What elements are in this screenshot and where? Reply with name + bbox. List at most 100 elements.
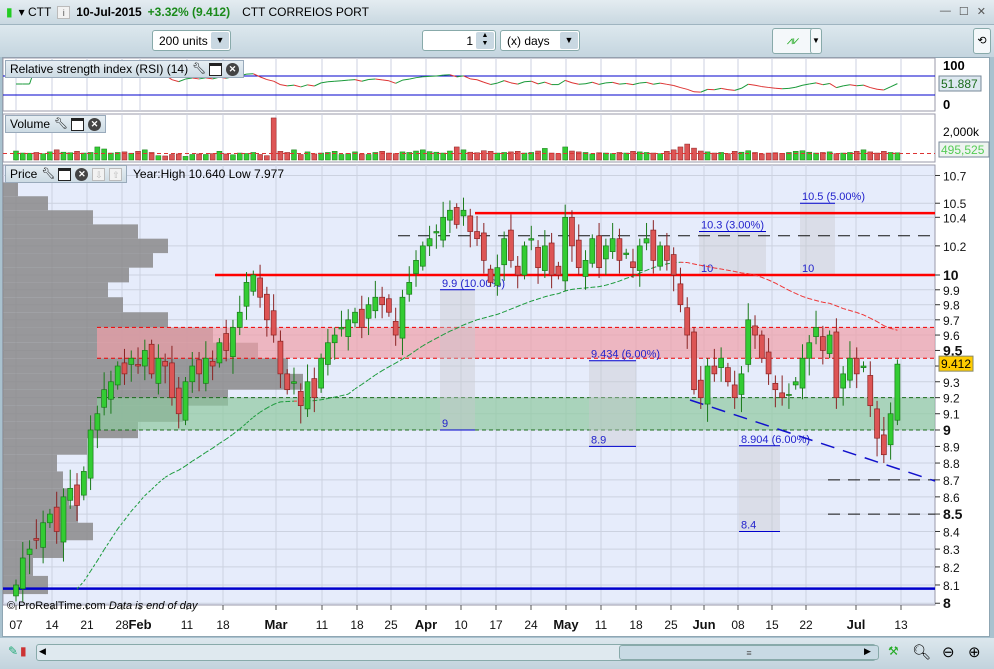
chart-style-button[interactable]: ⩘⩗ bbox=[772, 28, 814, 54]
close-icon[interactable]: ✕ bbox=[977, 5, 986, 18]
candle-body bbox=[569, 216, 575, 247]
wrench-icon[interactable]: 🔧︎ bbox=[54, 118, 68, 131]
candle-body bbox=[413, 260, 419, 274]
move-down-icon[interactable]: ⇩ bbox=[92, 167, 106, 181]
wrench-icon[interactable]: 🔧︎ bbox=[41, 168, 55, 181]
scroll-left-icon[interactable]: ◀ bbox=[39, 646, 46, 657]
interval-unit-select[interactable]: (x) days ▼ bbox=[500, 30, 580, 51]
info-icon[interactable]: i bbox=[57, 5, 71, 19]
candle-body bbox=[67, 487, 74, 501]
close-panel-icon[interactable]: ✕ bbox=[88, 117, 102, 131]
window-icon[interactable] bbox=[58, 167, 72, 181]
price-tick-label: 8.4 bbox=[943, 525, 960, 539]
price-tick-label: 9.8 bbox=[943, 299, 960, 313]
candle-body bbox=[853, 357, 860, 375]
scroll-right-icon[interactable]: ▶ bbox=[864, 646, 871, 657]
minimize-icon[interactable]: — bbox=[940, 5, 951, 18]
volume-bar bbox=[460, 149, 467, 161]
interval-stepper[interactable]: 1 ▲ ▼ bbox=[422, 30, 496, 51]
indicators-icon[interactable]: ⚒ bbox=[888, 644, 899, 658]
candlestick-icon[interactable]: ▮ bbox=[6, 5, 13, 19]
price-tick-label: 10.7 bbox=[943, 169, 967, 183]
candle-body bbox=[616, 238, 623, 261]
candle-body bbox=[26, 548, 33, 555]
scroll-thumb[interactable]: ≡ bbox=[619, 645, 879, 660]
target-label-bottom: 8.4 bbox=[741, 519, 756, 531]
candle-body bbox=[460, 209, 467, 217]
candle-body bbox=[392, 320, 399, 336]
candle-body bbox=[867, 375, 874, 407]
auto-zoom-icon[interactable]: 🔍︎ bbox=[912, 643, 931, 661]
candle-body bbox=[752, 325, 758, 336]
zoom-in-icon[interactable]: ⊕ bbox=[968, 643, 981, 661]
window-icon[interactable] bbox=[209, 62, 223, 76]
x-tick-label: Feb bbox=[128, 617, 151, 632]
volume-profile-bar bbox=[3, 522, 93, 541]
close-panel-icon[interactable]: ✕ bbox=[226, 62, 240, 76]
candle-body bbox=[175, 387, 182, 415]
candle-body bbox=[80, 471, 87, 496]
candle-body bbox=[480, 232, 487, 261]
candle-body bbox=[162, 360, 169, 367]
volume-bar bbox=[81, 152, 87, 161]
candle-body bbox=[670, 254, 677, 276]
zoom-out-icon[interactable]: ⊖ bbox=[942, 643, 955, 661]
chart-canvas[interactable]: 07 14 21 28 Feb 11 18 Mar 11 18 25 Apr 10 17 24 May 11 18… bbox=[0, 57, 994, 637]
rsi-line-segment bbox=[578, 83, 586, 85]
volume-profile-bar bbox=[3, 373, 303, 390]
units-select[interactable]: 200 units ▼ bbox=[152, 30, 231, 51]
candle-body bbox=[74, 484, 80, 506]
close-panel-icon[interactable]: ✕ bbox=[75, 167, 89, 181]
rsi-value: 51.887 bbox=[941, 77, 978, 91]
toolbar: 200 units ▼ 1 ▲ ▼ (x) days ▼ ⩘⩗ ▼ ⟲ bbox=[0, 25, 994, 57]
candle-body bbox=[758, 334, 765, 359]
candle-body bbox=[589, 238, 596, 264]
candle-body bbox=[684, 307, 691, 336]
candle-type-icon[interactable]: ▮ bbox=[20, 644, 27, 658]
price-tick-label: 8.7 bbox=[943, 474, 960, 488]
price-tick-label: 8.8 bbox=[943, 457, 960, 471]
chevron-down-icon: ▼ bbox=[560, 32, 578, 49]
candle-body bbox=[108, 381, 114, 400]
candle-body bbox=[386, 298, 392, 313]
window-icon[interactable] bbox=[71, 117, 85, 131]
candle-body bbox=[541, 245, 548, 271]
volume-bar bbox=[535, 150, 541, 161]
volume-bar bbox=[447, 150, 453, 161]
rsi-line-segment bbox=[639, 81, 647, 84]
volume-bar bbox=[731, 151, 738, 161]
draw-tool-icon[interactable]: ✎ bbox=[8, 644, 18, 658]
maximize-icon[interactable]: ☐ bbox=[959, 5, 969, 18]
stepper-arrows-icon[interactable]: ▲ ▼ bbox=[476, 32, 494, 49]
wrench-icon[interactable]: 🔧︎ bbox=[192, 63, 206, 76]
candle-body bbox=[535, 246, 541, 269]
candle-body bbox=[501, 238, 508, 266]
sync-icon[interactable]: ⟲ bbox=[973, 28, 991, 54]
candle-body bbox=[148, 343, 155, 375]
x-tick-label: 14 bbox=[45, 618, 59, 632]
x-tick-label: 18 bbox=[350, 618, 364, 632]
volume-bar bbox=[759, 153, 765, 161]
ticker-dropdown[interactable]: ▾ CTT bbox=[19, 5, 52, 19]
volume-bar bbox=[128, 152, 135, 161]
candle-body bbox=[338, 327, 345, 330]
volume-profile-bar bbox=[3, 540, 63, 558]
candle-body bbox=[94, 413, 101, 431]
candle-body bbox=[87, 429, 94, 479]
move-up-icon[interactable]: ⇧ bbox=[109, 167, 123, 181]
candle-body bbox=[562, 216, 569, 282]
chart-style-dropdown[interactable]: ▼ bbox=[810, 28, 822, 54]
volume-bar bbox=[392, 153, 399, 161]
volume-bar bbox=[74, 151, 80, 161]
volume-bar bbox=[182, 156, 189, 161]
price-tick-label: 8.2 bbox=[943, 561, 960, 575]
candle-body bbox=[623, 252, 630, 255]
candle-body bbox=[141, 350, 148, 367]
volume-bar bbox=[209, 153, 216, 161]
candle-body bbox=[311, 378, 318, 399]
horizontal-scrollbar[interactable]: ◀ ≡ bbox=[36, 644, 879, 661]
volume-bar bbox=[53, 149, 60, 161]
candle-body bbox=[277, 340, 284, 375]
candle-body bbox=[325, 342, 331, 365]
support-zone bbox=[97, 397, 935, 430]
